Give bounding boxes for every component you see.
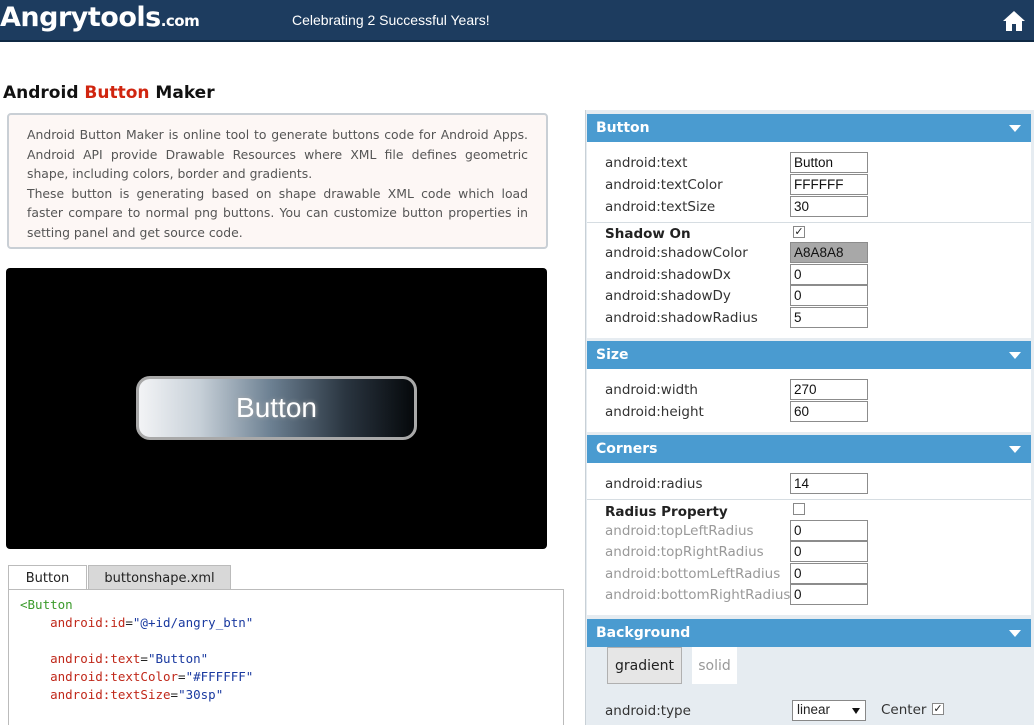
section-size-header[interactable]: Size — [587, 341, 1031, 369]
description-text-2: These button is generating based on shap… — [27, 185, 528, 240]
label-text: android:text — [605, 155, 688, 171]
text-color-input[interactable] — [790, 174, 868, 195]
bottom-left-radius-input[interactable] — [790, 563, 868, 584]
divider — [587, 222, 1031, 223]
code-output[interactable]: <Button android:id="@+id/angry_btn" andr… — [8, 589, 564, 725]
shadow-dy-input[interactable] — [790, 285, 868, 306]
center-label: Center — [881, 702, 927, 718]
label-text-size: android:textSize — [605, 199, 716, 215]
label-radius: android:radius — [605, 476, 703, 492]
description-box: Android Button Maker is online tool to g… — [7, 113, 548, 249]
solid-button[interactable]: solid — [692, 647, 737, 684]
radius-property-checkbox[interactable] — [793, 503, 805, 515]
chevron-down-icon — [1009, 352, 1021, 359]
text-size-input[interactable] — [790, 196, 868, 217]
shadow-on-checkbox[interactable]: ✓ — [793, 226, 805, 238]
shadow-color-input[interactable] — [790, 242, 868, 263]
button-preview-area: Button — [6, 268, 547, 549]
top-left-radius-input[interactable] — [790, 520, 868, 541]
label-text-color: android:textColor — [605, 177, 723, 193]
label-type: android:type — [605, 703, 691, 719]
shadow-radius-input[interactable] — [790, 307, 868, 328]
bottom-right-radius-input[interactable] — [790, 584, 868, 605]
tab-buttonshape-xml[interactable]: buttonshape.xml — [88, 565, 231, 590]
label-height: android:height — [605, 404, 704, 420]
section-button-header[interactable]: Button — [587, 114, 1031, 142]
section-corners-header[interactable]: Corners — [587, 435, 1031, 463]
chevron-down-icon — [1009, 446, 1021, 453]
shadow-dx-input[interactable] — [790, 264, 868, 285]
site-logo[interactable]: Angrytools.com — [0, 2, 200, 33]
page-title: Android Button Maker — [3, 83, 215, 103]
divider — [587, 499, 1031, 500]
center-checkbox[interactable]: ✓ — [932, 703, 944, 715]
section-background-header[interactable]: Background — [587, 619, 1031, 647]
top-right-radius-input[interactable] — [790, 541, 868, 562]
home-icon[interactable] — [1002, 9, 1026, 33]
chevron-down-icon — [1009, 630, 1021, 637]
header-tagline: Celebrating 2 Successful Years! — [292, 12, 490, 28]
label-top-left-radius: android:topLeftRadius — [605, 523, 754, 539]
radius-property-label: Radius Property — [605, 504, 728, 520]
chevron-down-icon — [852, 708, 860, 714]
height-input[interactable] — [790, 401, 868, 422]
label-shadow-dy: android:shadowDy — [605, 288, 731, 304]
label-shadow-dx: android:shadowDx — [605, 267, 731, 283]
label-shadow-color: android:shadowColor — [605, 245, 748, 261]
label-bottom-right-radius: android:bottomRightRadius — [605, 587, 791, 603]
top-header: Angrytools.com Celebrating 2 Successful … — [0, 0, 1034, 42]
chevron-down-icon — [1009, 125, 1021, 132]
label-top-right-radius: android:topRightRadius — [605, 544, 764, 560]
preview-button[interactable]: Button — [136, 376, 417, 440]
gradient-button[interactable]: gradient — [607, 647, 682, 684]
label-bottom-left-radius: android:bottomLeftRadius — [605, 566, 781, 582]
label-shadow-radius: android:shadowRadius — [605, 310, 758, 326]
width-input[interactable] — [790, 379, 868, 400]
type-select[interactable]: linear — [792, 700, 866, 721]
text-input[interactable] — [790, 152, 868, 173]
label-width: android:width — [605, 382, 698, 398]
shadow-on-label: Shadow On — [605, 226, 691, 242]
description-text-1: Android Button Maker is online tool to g… — [27, 127, 528, 181]
tab-button[interactable]: Button — [8, 565, 87, 590]
radius-input[interactable] — [790, 473, 868, 494]
